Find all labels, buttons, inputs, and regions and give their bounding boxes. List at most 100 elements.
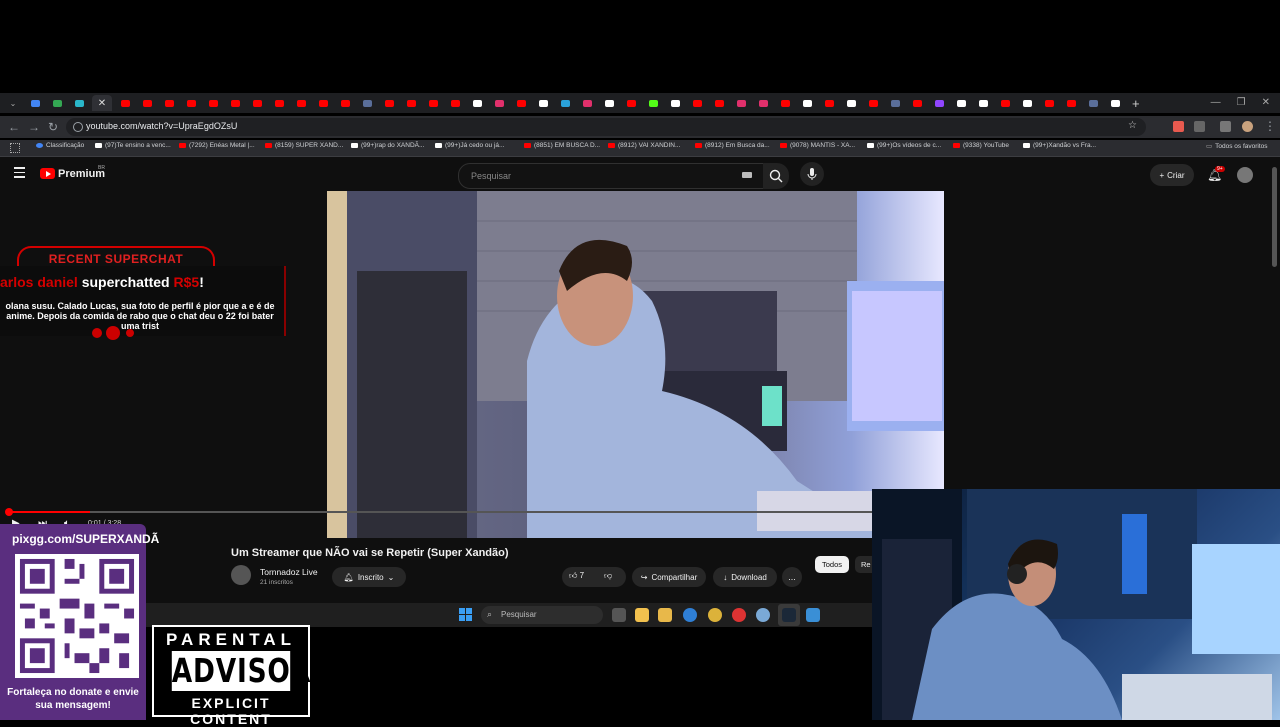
share-button[interactable]: ↪ Compartilhar [632,567,706,587]
bookmark-item[interactable]: (7292) Enéas Metal |... [179,142,255,149]
bookmark-item[interactable]: (99+)Xandão vs Fra... [1023,142,1096,149]
bookmark-item[interactable]: (99+)Já cedo ou já... [435,142,504,149]
search-input[interactable] [469,170,733,182]
browser-tab[interactable] [556,95,574,111]
bookmark-item[interactable]: (8159) SUPER XAND... [265,142,343,149]
profile-avatar[interactable] [1242,121,1253,132]
channel-avatar[interactable] [231,565,251,585]
minimize-icon[interactable]: — [1211,93,1221,113]
file-explorer-icon[interactable] [635,608,649,622]
store-icon[interactable] [658,608,672,622]
browser-tab[interactable] [534,95,552,111]
bookmark-item[interactable]: (99+)rap do XANDÃ... [351,142,424,149]
browser-tab[interactable] [886,95,904,111]
kebab-menu-icon[interactable]: ⋮ [1264,119,1276,133]
browser-tab[interactable] [776,95,794,111]
tab-list-dropdown[interactable]: ⌄ [4,95,22,111]
browser-tab[interactable] [512,95,530,111]
extension-icon[interactable] [1173,121,1184,132]
bookmark-item[interactable]: Classificação [36,142,84,149]
edge-icon[interactable] [683,608,697,622]
like-button[interactable]: 👍︎ 7 [569,571,584,581]
apps-grid-icon[interactable] [10,143,20,153]
channel-name[interactable]: Tornnadoz Live [260,567,318,577]
browser-tab[interactable] [292,95,310,111]
browser-tab[interactable] [26,95,44,111]
browser-tab[interactable] [490,95,508,111]
video-player[interactable] [327,191,944,538]
browser-tab[interactable] [864,95,882,111]
keyboard-icon[interactable] [742,172,752,178]
subscribed-button[interactable]: 🔔︎ Inscrito ⌄ [332,567,406,587]
bookmark-item[interactable]: (8912) VAI XANDIN... [608,142,680,149]
browser-tab[interactable] [1106,95,1124,111]
browser-tab[interactable] [908,95,926,111]
video-progress-bar[interactable] [8,511,872,513]
youtube-logo-icon[interactable] [40,168,55,179]
address-bar[interactable]: youtube.com/watch?v=UpraEgdOZsU ☆ [66,118,1146,136]
browser-tab[interactable] [182,95,200,111]
browser-tab[interactable] [710,95,728,111]
forward-button[interactable]: → [28,120,40,134]
browser-tab[interactable] [116,95,134,111]
reload-button[interactable]: ↻ [48,120,58,134]
browser-tab[interactable] [380,95,398,111]
browser-tab[interactable] [402,95,420,111]
browser-tab[interactable] [48,95,66,111]
browser-tab[interactable] [996,95,1014,111]
browser-tab[interactable] [930,95,948,111]
star-icon[interactable]: ☆ [1128,120,1137,131]
page-scrollbar[interactable] [1272,167,1277,267]
browser-tab[interactable] [1062,95,1080,111]
browser-tab[interactable] [204,95,222,111]
browser-tab[interactable] [600,95,618,111]
extensions-puzzle-icon[interactable] [1194,121,1205,132]
browser-tab[interactable] [1018,95,1036,111]
dislike-button[interactable]: 👎︎ [604,571,612,581]
steam-icon[interactable] [782,608,796,622]
download-button[interactable]: ↓ Download [713,567,777,587]
browser-tab[interactable] [622,95,640,111]
active-tab[interactable]: ✕ [92,95,112,111]
browser-tab[interactable] [336,95,354,111]
browser-tab[interactable] [754,95,772,111]
app-icon[interactable] [806,608,820,622]
bookmark-item[interactable]: (8851) EM BUSCA D... [524,142,600,149]
bookmark-item[interactable]: (97)Te ensino a venc... [95,142,171,149]
browser-tab[interactable] [688,95,706,111]
bookmark-item[interactable]: (8912) Em Busca da... [695,142,770,149]
browser-tab[interactable] [732,95,750,111]
browser-tab[interactable] [578,95,596,111]
browser-tab[interactable] [446,95,464,111]
settings-gear-icon[interactable] [756,608,770,622]
more-actions-button[interactable]: ... [782,567,802,587]
bookmark-item[interactable]: (9078) MANTIS - XA... [780,142,855,149]
browser-tab[interactable] [1084,95,1102,111]
sidepanel-icon[interactable] [1220,121,1231,132]
browser-tab[interactable] [468,95,486,111]
search-button[interactable] [763,163,789,189]
menu-icon[interactable] [14,167,25,181]
taskbar-search[interactable]: ⌕ Pesquisar [481,606,603,624]
browser-tab[interactable] [248,95,266,111]
browser-tab[interactable] [842,95,860,111]
back-button[interactable]: ← [8,120,20,134]
browser-tab[interactable] [138,95,156,111]
close-tab-icon[interactable]: ✕ [98,98,106,109]
new-tab-button[interactable]: + [1132,96,1140,111]
chrome-icon[interactable] [708,608,722,622]
windows-start-icon[interactable] [459,608,472,621]
bookmark-item[interactable]: (99+)Os vídeos de c... [867,142,941,149]
progress-scrubber[interactable] [5,508,13,516]
browser-tab[interactable] [270,95,288,111]
browser-tab[interactable] [820,95,838,111]
browser-tab[interactable] [358,95,376,111]
all-bookmarks[interactable]: ▭ Todos os favoritos [1206,142,1268,151]
browser-tab[interactable] [974,95,992,111]
browser-tab[interactable] [666,95,684,111]
site-info-icon[interactable] [73,122,83,132]
browser-tab[interactable] [160,95,178,111]
browser-tab[interactable] [644,95,662,111]
create-button[interactable]: + Criar [1150,164,1194,186]
browser-tab[interactable] [798,95,816,111]
